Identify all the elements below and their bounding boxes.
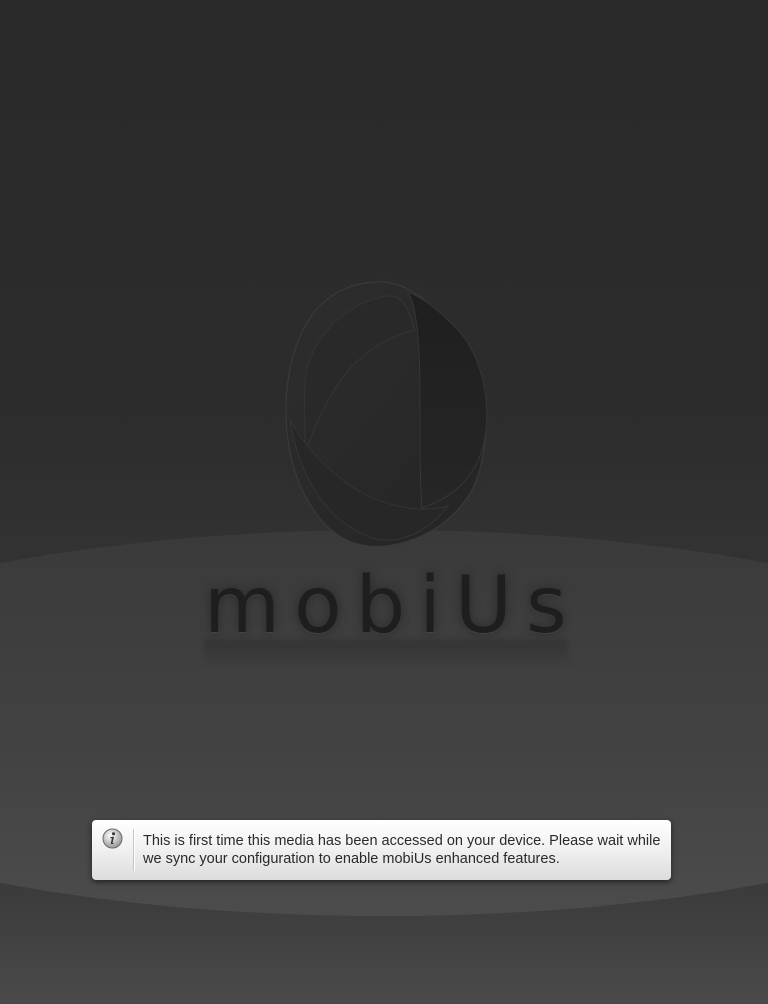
brand-wordmark: mobiUs — [204, 561, 581, 651]
splash-screen: mobiUs This is first time this media has… — [0, 0, 768, 1004]
wordmark-reflection — [204, 640, 568, 666]
toast-divider — [133, 829, 134, 871]
sync-notification: This is first time this media has been a… — [92, 820, 671, 880]
notification-message: This is first time this media has been a… — [143, 833, 661, 867]
mobius-logo-icon — [268, 270, 504, 550]
info-icon — [102, 828, 123, 849]
